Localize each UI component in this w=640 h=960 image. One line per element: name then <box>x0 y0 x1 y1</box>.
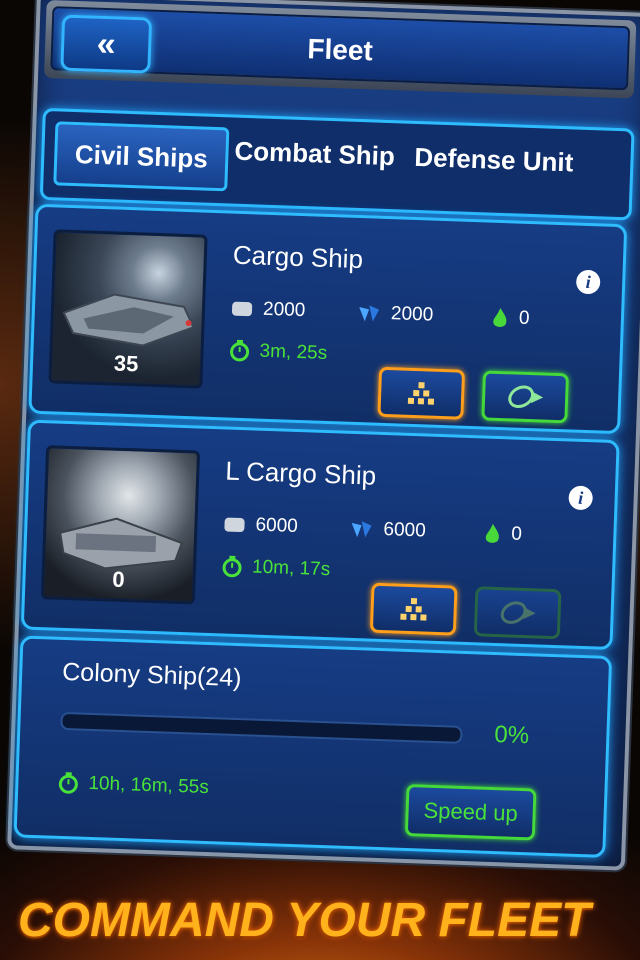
ship-launch-icon <box>508 385 544 408</box>
metal-icon <box>231 301 253 317</box>
crystal-icon <box>351 521 372 538</box>
ship-card-l-cargo: 0 L Cargo Ship i 6000 6000 0 10m, 17s <box>20 419 620 651</box>
fuel-cost: 0 <box>491 307 530 330</box>
ship-name: Cargo Ship <box>232 239 364 275</box>
send-ship-button[interactable] <box>473 586 562 640</box>
fuel-flame-icon <box>493 307 507 327</box>
ship-card-cargo: 35 Cargo Ship i 2000 2000 0 3m, 25s <box>28 203 628 435</box>
promo-tagline: COMMAND YOUR FLEET <box>18 894 591 947</box>
ship-count: 0 <box>111 566 126 593</box>
ship-image: 0 <box>40 445 201 605</box>
build-stack-icon <box>407 382 435 405</box>
crystal-cost: 6000 <box>349 518 426 543</box>
crystal-icon <box>359 305 380 322</box>
build-time: 3m, 25s <box>229 339 328 365</box>
tab-defense-unit[interactable]: Defense Unit <box>414 142 574 179</box>
ship-image: 35 <box>48 229 208 389</box>
ship-launch-icon <box>500 601 536 624</box>
send-ship-button[interactable] <box>481 370 570 424</box>
progress-percent: 0% <box>493 721 530 750</box>
fleet-panel: « Fleet Civil Ships Combat Ship Defense … <box>7 0 640 871</box>
metal-cost: 6000 <box>223 513 298 538</box>
metal-cost: 2000 <box>231 298 306 323</box>
build-button[interactable] <box>369 582 458 636</box>
remaining-time: 10h, 16m, 55s <box>58 772 209 799</box>
metal-icon <box>224 517 245 533</box>
crystal-cost: 2000 <box>357 302 434 327</box>
queue-ship-name: Colony Ship(24) <box>61 657 242 693</box>
tab-combat-ship[interactable]: Combat Ship <box>234 136 395 173</box>
colony-ship-queue: Colony Ship(24) 0% 10h, 16m, 55s Speed u… <box>13 635 613 858</box>
timer-icon <box>58 772 78 794</box>
fuel-flame-icon <box>485 523 499 543</box>
timer-icon <box>230 339 250 362</box>
build-time: 10m, 17s <box>222 555 331 581</box>
build-stack-icon <box>400 598 427 621</box>
build-button[interactable] <box>377 366 466 420</box>
ship-name: L Cargo Ship <box>224 455 377 491</box>
ship-count: 35 <box>113 350 139 377</box>
info-icon[interactable]: i <box>575 269 601 295</box>
info-icon[interactable]: i <box>568 485 594 511</box>
fuel-cost: 0 <box>483 523 522 546</box>
speed-up-button[interactable]: Speed up <box>404 783 537 841</box>
tab-civil-ships[interactable]: Civil Ships <box>53 121 230 192</box>
timer-icon <box>222 555 242 578</box>
progress-bar <box>60 711 463 744</box>
